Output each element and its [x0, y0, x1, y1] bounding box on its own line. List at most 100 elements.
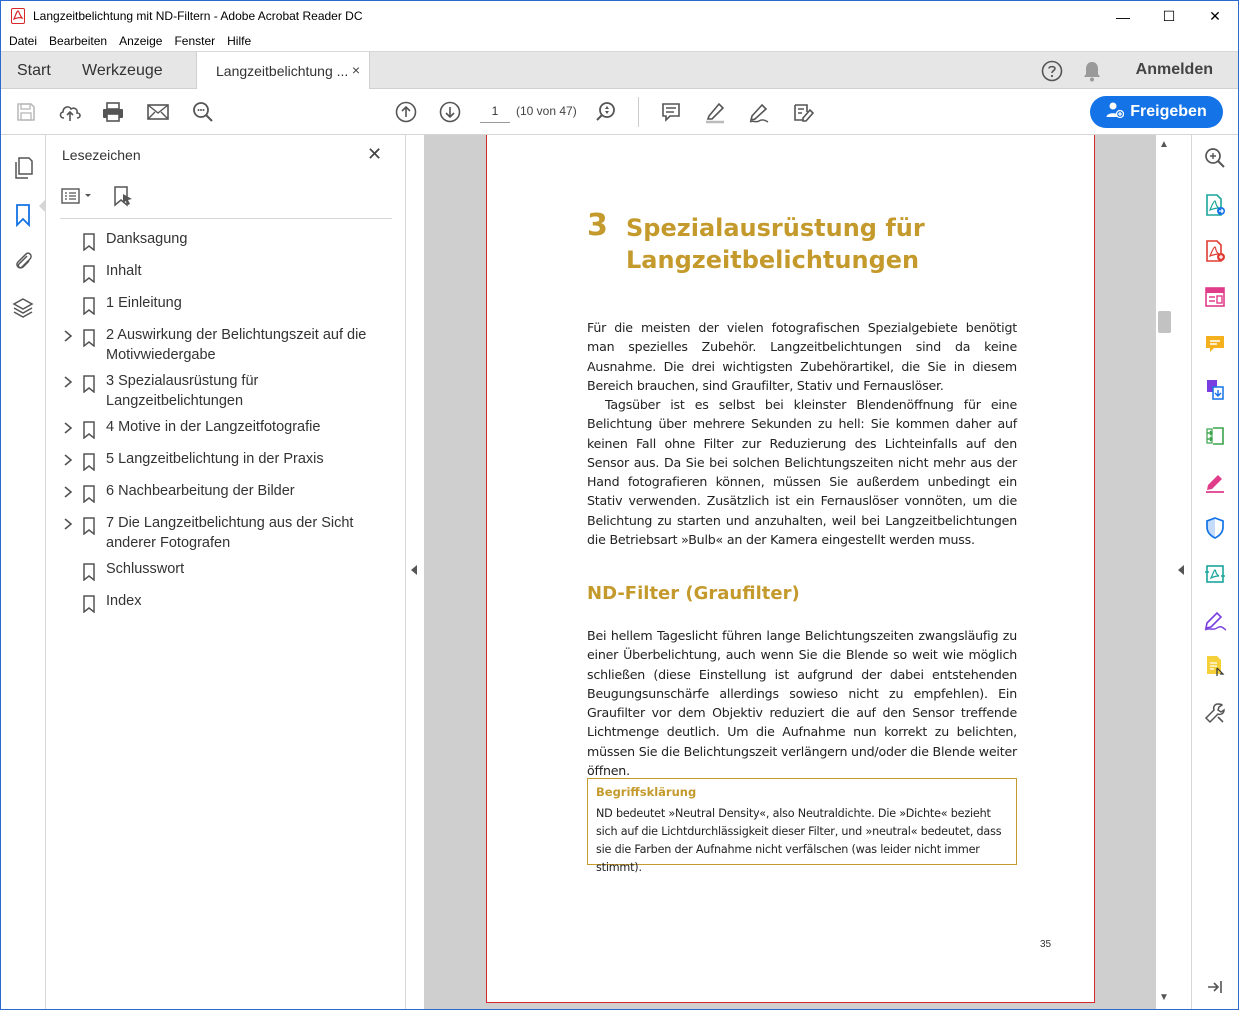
right-panel-splitter[interactable]	[1172, 135, 1192, 1010]
bookmark-options-icon[interactable]	[60, 186, 96, 211]
maximize-button[interactable]: ☐	[1146, 1, 1192, 32]
bookmark-item[interactable]: Inhalt	[46, 261, 406, 293]
attachments-paperclip-icon[interactable]	[11, 248, 35, 272]
menu-anzeige[interactable]: Anzeige	[113, 34, 168, 48]
tab-tools[interactable]: Werkzeuge	[82, 52, 163, 90]
chapter-title-line2: Langzeitbelichtungen	[626, 246, 920, 274]
certificates-icon[interactable]	[1203, 654, 1227, 678]
upload-cloud-icon[interactable]	[58, 100, 82, 124]
expand-chevron-icon[interactable]	[58, 513, 78, 533]
paragraph-intro: Für die meisten der vielen fotografische…	[587, 320, 1017, 393]
email-icon[interactable]	[146, 100, 170, 124]
collapse-left-arrow-icon[interactable]	[411, 565, 417, 575]
scrollbar-thumb[interactable]	[1158, 311, 1171, 333]
left-panel-splitter[interactable]	[406, 135, 424, 1010]
menu-bar: Datei Bearbeiten Anzeige Fenster Hilfe	[0, 31, 1239, 51]
save-icon[interactable]	[14, 100, 38, 124]
page-thumbnails-icon[interactable]	[11, 156, 35, 180]
search-zoom-icon[interactable]	[191, 100, 215, 124]
signin-button[interactable]: Anmelden	[1136, 61, 1213, 79]
bookmark-label: Index	[106, 593, 142, 609]
menu-datei[interactable]: Datei	[3, 34, 43, 48]
bookmark-item[interactable]: Danksagung	[46, 229, 406, 261]
bookmark-icon	[82, 481, 98, 504]
minimize-button[interactable]: —	[1100, 1, 1146, 32]
expand-chevron-icon[interactable]	[58, 371, 78, 391]
expand-chevron-icon[interactable]	[58, 325, 78, 345]
menu-bearbeiten[interactable]: Bearbeiten	[43, 34, 113, 48]
expand-chevron-icon[interactable]	[58, 449, 78, 469]
collapse-tools-pane-icon[interactable]	[1203, 975, 1227, 999]
chapter-title: Spezialausrüstung für Langzeitbelichtung…	[626, 212, 926, 276]
fill-and-sign-icon[interactable]	[1203, 470, 1227, 494]
scroll-down-arrow-icon[interactable]: ▼	[1159, 992, 1169, 1003]
bookmark-item[interactable]: 2 Auswirkung der Belichtungszeit auf die…	[46, 325, 406, 371]
bookmark-item[interactable]: 1 Einleitung	[46, 293, 406, 325]
bookmark-item[interactable]: 5 Langzeitbelichtung in der Praxis	[46, 449, 406, 481]
next-page-icon[interactable]	[438, 100, 462, 124]
definition-box-title: Begriffsklärung	[596, 785, 697, 799]
comment-tool-icon[interactable]	[1203, 332, 1227, 356]
main-toolbar: (10 von 47) Freigeben	[0, 89, 1239, 135]
bookmarks-panel-icon[interactable]	[11, 203, 35, 227]
bookmark-item[interactable]: Index	[46, 591, 406, 623]
zoom-icon[interactable]	[594, 100, 618, 124]
paragraph-nd-filter: Bei hellem Tageslicht führen lange Belic…	[587, 628, 1017, 779]
menu-fenster[interactable]: Fenster	[168, 34, 221, 48]
layers-icon[interactable]	[11, 296, 35, 320]
compress-pdf-icon[interactable]	[1203, 424, 1227, 448]
notifications-bell-icon[interactable]	[1081, 60, 1103, 82]
page-number-input[interactable]	[480, 99, 510, 123]
scroll-up-arrow-icon[interactable]: ▲	[1159, 139, 1169, 150]
bookmark-item[interactable]: 4 Motive in der Langzeitfotografie	[46, 417, 406, 449]
previous-page-icon[interactable]	[394, 100, 418, 124]
close-window-button[interactable]: ✕	[1192, 1, 1238, 32]
bookmarks-panel: Lesezeichen ✕ Danksagung Inhalt 1 Einleitu…	[46, 135, 406, 1010]
tab-document[interactable]: Langzeitbelichtung ... ×	[196, 52, 370, 90]
tools-rail	[1192, 135, 1239, 1010]
document-viewer[interactable]: 3 Spezialausrüstung für Langzeitbelichtu…	[424, 135, 1156, 1010]
sign-pen-icon[interactable]	[747, 100, 771, 124]
bookmark-icon	[82, 591, 98, 614]
share-button[interactable]: Freigeben	[1090, 96, 1223, 128]
expand-chevron-icon[interactable]	[58, 481, 78, 501]
highlight-pen-icon[interactable]	[703, 100, 727, 124]
bookmarks-close-icon[interactable]: ✕	[367, 144, 382, 165]
bookmark-icon	[82, 559, 98, 582]
tab-start[interactable]: Start	[17, 52, 51, 90]
protect-shield-icon[interactable]	[1203, 516, 1227, 540]
bookmark-item[interactable]: 7 Die Langzeitbelichtung aus der Sicht a…	[46, 513, 406, 559]
edit-pdf-icon[interactable]	[1203, 285, 1227, 309]
tab-close-icon[interactable]: ×	[352, 62, 360, 78]
bookmark-item[interactable]: Schlusswort	[46, 559, 406, 591]
fill-sign-icon[interactable]	[791, 100, 815, 124]
chapter-number: 3	[587, 208, 608, 243]
menu-hilfe[interactable]: Hilfe	[221, 34, 257, 48]
organize-pages-icon[interactable]	[1203, 378, 1227, 402]
new-bookmark-icon[interactable]	[112, 185, 134, 212]
more-tools-wrench-icon[interactable]	[1203, 701, 1227, 725]
expand-right-arrow-icon[interactable]	[1178, 565, 1184, 575]
bookmarks-panel-title: Lesezeichen	[62, 147, 141, 163]
bookmark-label: 5 Langzeitbelichtung in der Praxis	[106, 451, 324, 467]
bookmark-icon	[82, 293, 98, 316]
bookmark-label: 2 Auswirkung der Belichtungszeit auf die…	[106, 327, 367, 363]
pdf-page: 3 Spezialausrüstung für Langzeitbelichtu…	[486, 135, 1095, 1003]
enhance-scan-icon[interactable]	[1203, 146, 1227, 170]
bookmark-item[interactable]: 6 Nachbearbeitung der Bilder	[46, 481, 406, 513]
title-bar: Langzeitbelichtung mit ND-Filtern - Adob…	[0, 0, 1239, 31]
export-pdf-icon[interactable]	[1203, 193, 1227, 217]
bookmark-item[interactable]: 3 Spezialausrüstung für Langzeitbelichtu…	[46, 371, 406, 417]
comment-icon[interactable]	[659, 100, 683, 124]
send-for-review-icon[interactable]	[1203, 562, 1227, 586]
print-icon[interactable]	[101, 100, 125, 124]
bookmark-label: Schlusswort	[106, 561, 185, 577]
create-pdf-icon[interactable]	[1203, 239, 1227, 263]
request-signature-icon[interactable]	[1203, 608, 1227, 632]
definition-box: Begriffsklärung ND bedeutet »Neutral Den…	[587, 778, 1017, 874]
expand-chevron-icon[interactable]	[58, 417, 78, 437]
help-icon[interactable]	[1041, 60, 1063, 82]
vertical-scrollbar[interactable]: ▲ ▼	[1156, 135, 1172, 1010]
